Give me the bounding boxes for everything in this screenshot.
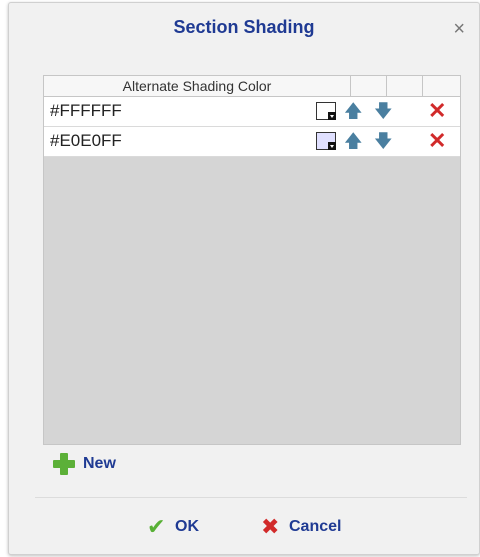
shading-color-grid: Alternate Shading Color #FFFFFF 🡅 🡇 ✕ #E… xyxy=(43,75,461,445)
table-row[interactable]: #FFFFFF 🡅 🡇 ✕ xyxy=(44,97,460,127)
arrow-up-icon[interactable]: 🡅 xyxy=(344,130,363,152)
ok-label: OK xyxy=(175,518,199,535)
dropdown-corner-icon xyxy=(328,142,336,150)
column-header-move-up xyxy=(351,76,387,96)
dialog-title: Section Shading xyxy=(173,17,315,37)
color-swatch-picker[interactable] xyxy=(316,102,336,120)
grid-header: Alternate Shading Color xyxy=(44,76,460,97)
plus-icon xyxy=(53,453,75,475)
arrow-down-icon[interactable]: 🡇 xyxy=(374,100,393,122)
section-shading-dialog: Section Shading × Alternate Shading Colo… xyxy=(8,2,480,555)
delete-icon[interactable]: ✕ xyxy=(428,129,446,153)
arrow-up-icon[interactable]: 🡅 xyxy=(344,100,363,122)
color-value[interactable]: #FFFFFF xyxy=(50,101,122,121)
delete-icon[interactable]: ✕ xyxy=(428,99,446,123)
table-row[interactable]: #E0E0FF 🡅 🡇 ✕ xyxy=(44,127,460,157)
close-icon[interactable]: × xyxy=(453,19,465,39)
column-header-move-down xyxy=(387,76,423,96)
cancel-x-icon: ✖ xyxy=(261,514,280,539)
column-header-alternate-shading-color: Alternate Shading Color xyxy=(44,76,351,96)
divider xyxy=(35,497,467,498)
arrow-down-icon[interactable]: 🡇 xyxy=(374,130,393,152)
new-label: New xyxy=(83,455,116,472)
dropdown-corner-icon xyxy=(328,112,336,120)
color-value[interactable]: #E0E0FF xyxy=(50,131,122,151)
checkmark-icon: ✔ xyxy=(147,514,166,539)
cancel-label: Cancel xyxy=(289,518,342,535)
color-swatch-picker[interactable] xyxy=(316,132,336,150)
